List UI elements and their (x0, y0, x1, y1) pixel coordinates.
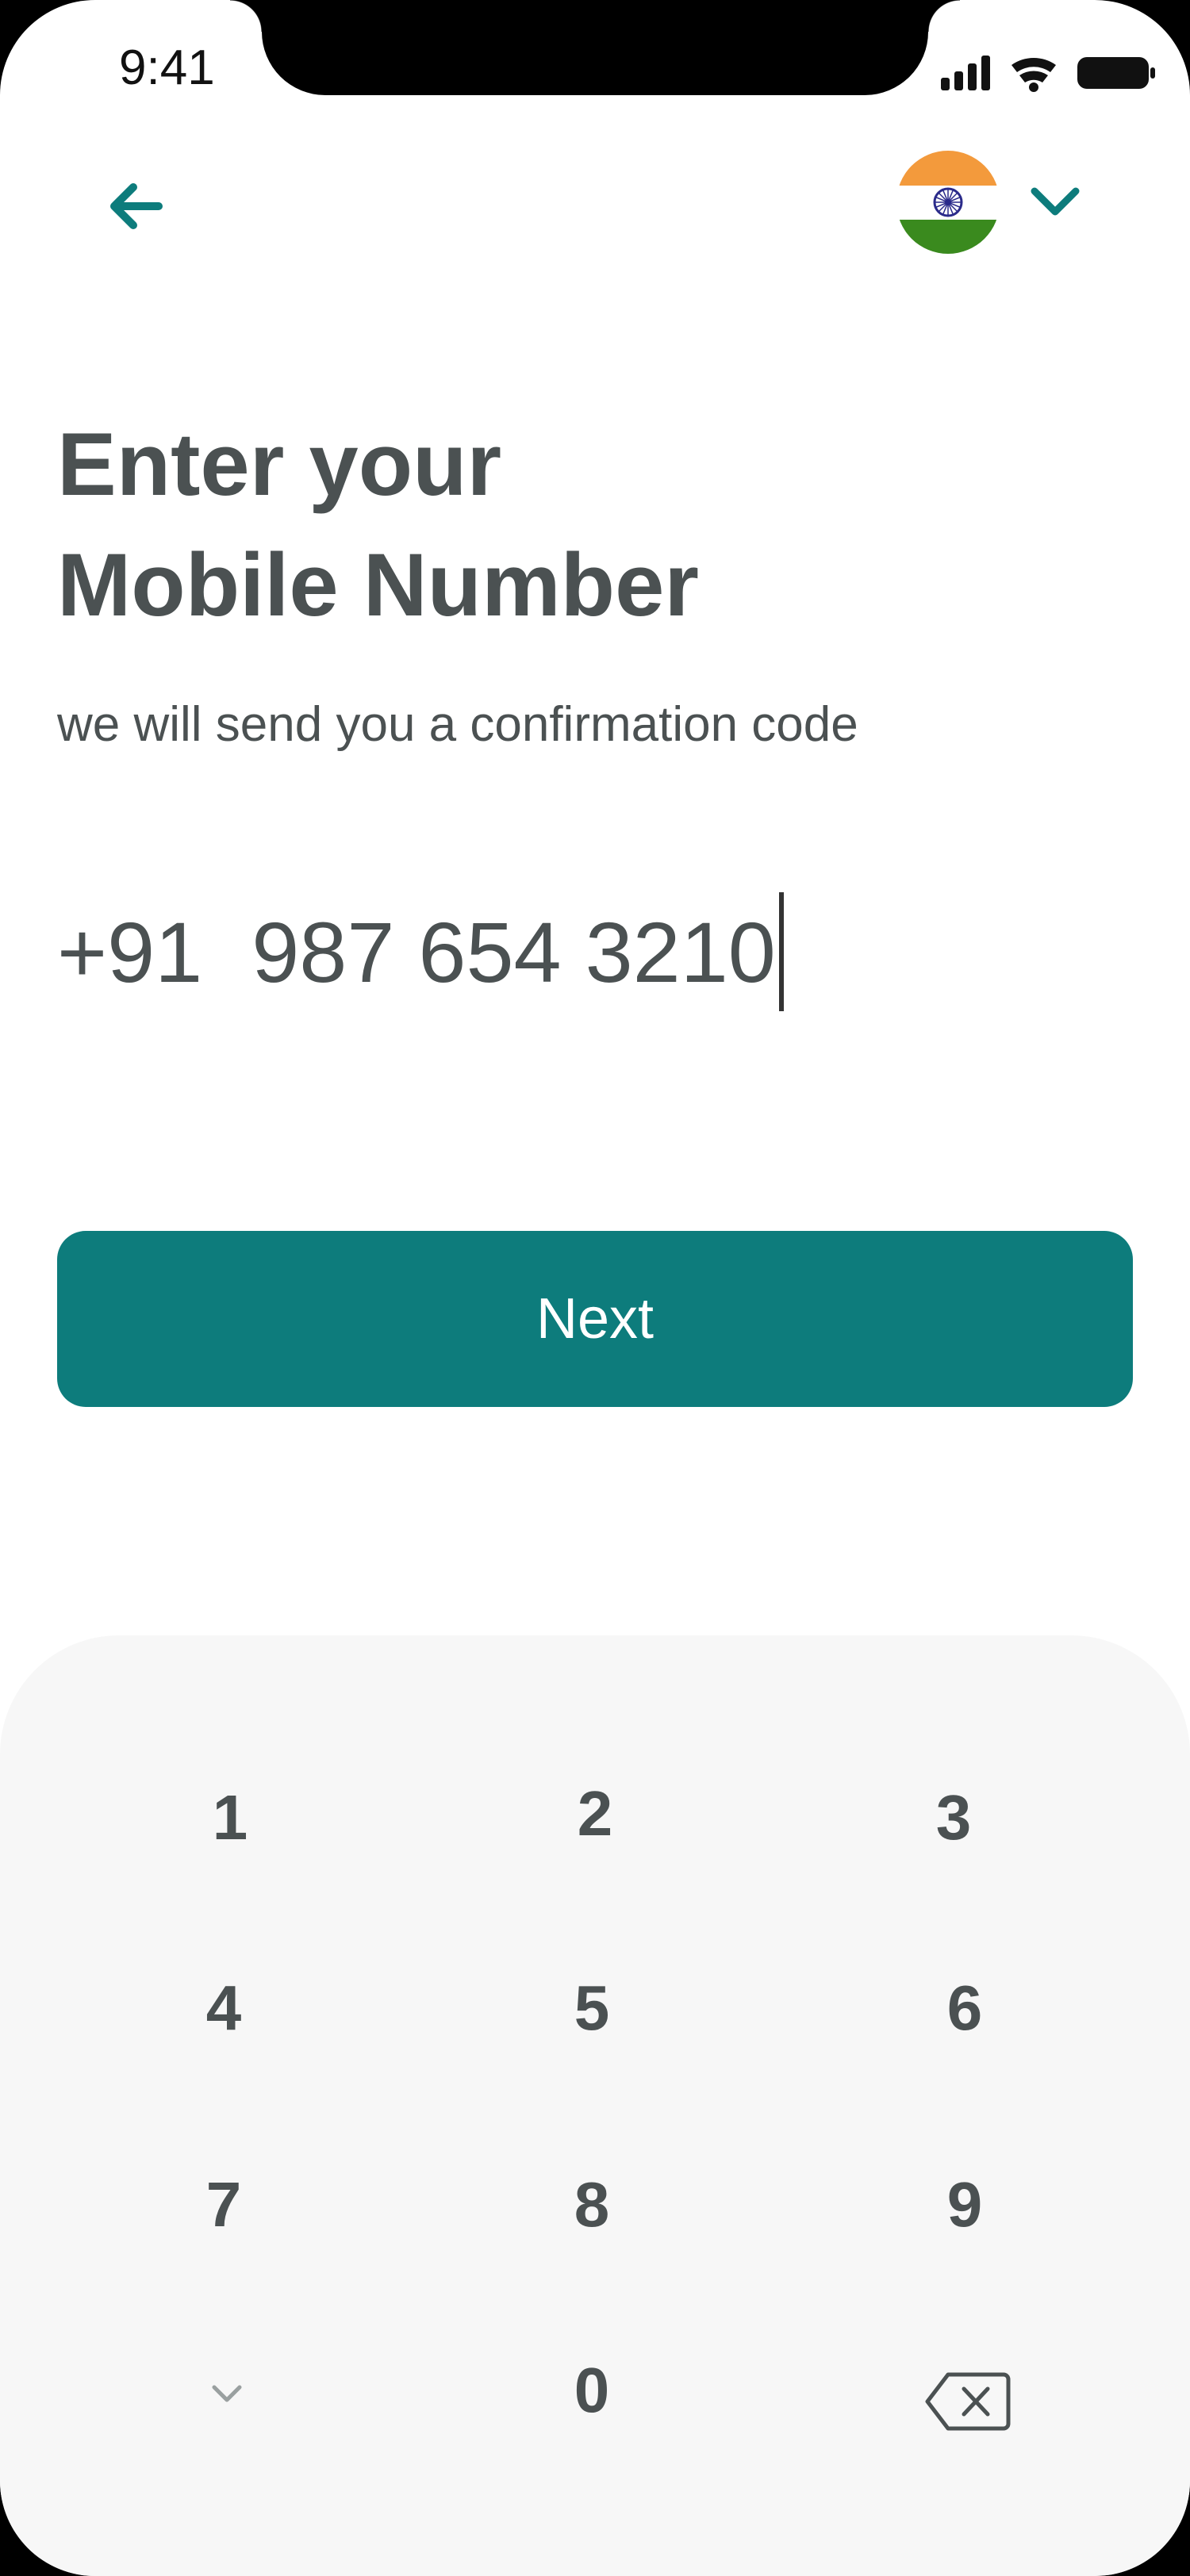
key-5[interactable]: 5 (473, 1937, 711, 2080)
key-0[interactable]: 0 (473, 2319, 711, 2462)
key-6[interactable]: 6 (846, 1937, 1084, 2080)
cellular-signal-icon (941, 56, 990, 90)
title-line-1: Enter your (57, 415, 502, 514)
arrow-left-icon (110, 183, 163, 229)
india-flag-icon (896, 151, 1000, 254)
back-button[interactable] (95, 167, 175, 246)
backspace-button[interactable] (849, 2330, 1087, 2473)
key-4[interactable]: 4 (105, 1937, 343, 2080)
device-notch (230, 0, 960, 95)
status-icons (936, 52, 1158, 92)
key-1[interactable]: 1 (111, 1746, 349, 1889)
numeric-keypad: 1 2 3 4 5 6 7 8 9 0 (0, 1635, 1190, 2576)
country-selector[interactable] (896, 147, 1095, 258)
battery-icon (1077, 57, 1155, 89)
phone-screen: 9:41 Enter your Mobile Number we will se… (0, 0, 1190, 2576)
key-2[interactable]: 2 (476, 1742, 714, 1885)
key-3[interactable]: 3 (835, 1746, 1073, 1889)
page-title: Enter your Mobile Number (57, 404, 1088, 646)
next-button[interactable]: Next (57, 1231, 1133, 1407)
phone-number-value: 987 654 3210 (251, 903, 776, 1000)
title-line-2: Mobile Number (57, 535, 699, 634)
chevron-down-icon (212, 2385, 242, 2402)
key-7[interactable]: 7 (105, 2133, 343, 2276)
phone-number-field[interactable]: +91 987 654 3210 (57, 888, 1136, 1015)
wifi-icon (1012, 57, 1056, 92)
status-time: 9:41 (119, 40, 215, 95)
page-subtitle: we will send you a confirmation code (57, 697, 858, 752)
chevron-down-icon (1023, 178, 1087, 226)
country-code: +91 (57, 903, 203, 1000)
key-8[interactable]: 8 (473, 2133, 711, 2276)
hide-keyboard-button[interactable] (108, 2322, 346, 2465)
key-9[interactable]: 9 (846, 2133, 1084, 2276)
backspace-icon (925, 2372, 1011, 2431)
text-cursor (778, 892, 784, 1011)
